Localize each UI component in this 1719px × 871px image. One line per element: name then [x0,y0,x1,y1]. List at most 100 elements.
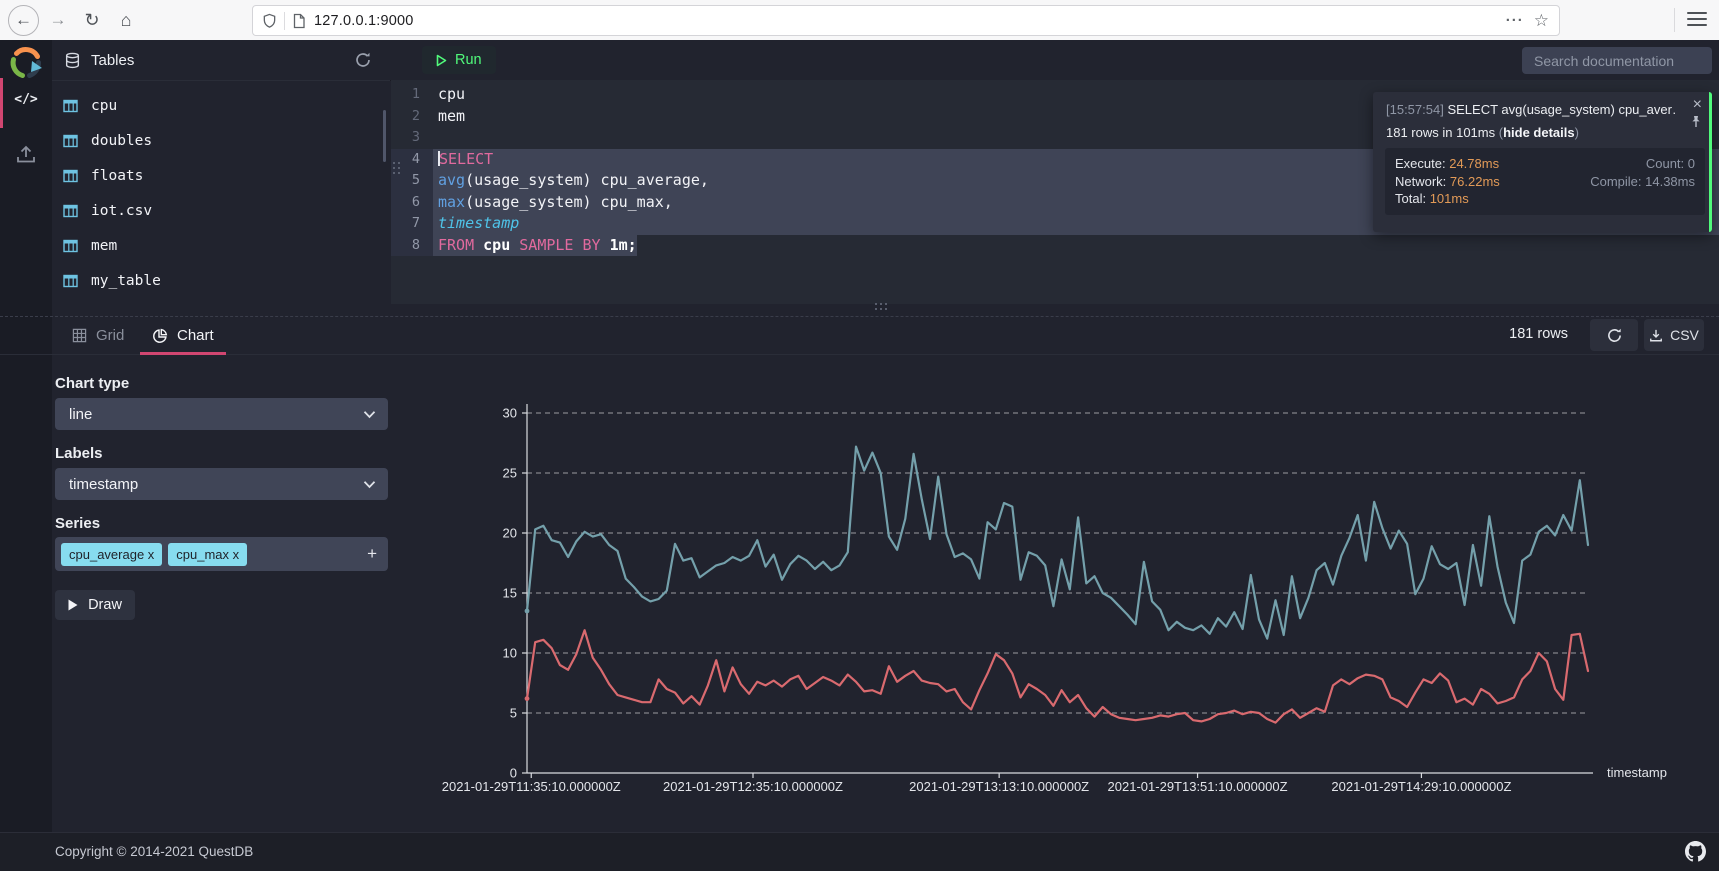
line-chart[interactable]: 0510152025302021-01-29T11:35:10.000000Z2… [440,396,1719,801]
network-value: 76.22ms [1450,174,1500,189]
notification-query-line: [15:57:54] SELECT avg(usage_system) cpu_… [1386,102,1676,117]
shield-icon[interactable] [262,13,277,29]
csv-label: CSV [1670,327,1699,343]
table-list-item[interactable]: cpu [52,88,382,123]
vertical-splitter-handle[interactable] [393,162,400,184]
close-icon[interactable]: × [1693,96,1702,114]
download-icon [1649,328,1663,343]
copyright-text: Copyright © 2014-2021 QuestDB [55,844,253,859]
table-list-item[interactable]: floats [52,158,382,193]
browser-home-button[interactable]: ⌂ [111,10,141,31]
results-tab-row: Grid Chart 181 rows CSV [0,317,1719,355]
table-icon [62,98,79,114]
tables-panel-title: Tables [91,52,134,69]
tab-grid-label: Grid [96,327,124,344]
github-icon[interactable] [1685,841,1706,867]
questdb-console: { "browser": { "url": "127.0.0.1:9000" }… [0,0,1719,870]
database-icon [64,52,81,69]
network-label: Network: [1395,174,1446,189]
chrome-separator [1674,8,1675,32]
import-upload-icon[interactable] [15,144,37,169]
code-text [433,127,438,149]
tables-list: cpu doubles floats iot.csv mem my_table [52,88,382,298]
svg-text:2021-01-29T13:51:10.000000Z: 2021-01-29T13:51:10.000000Z [1108,779,1288,794]
svg-text:5: 5 [510,706,517,721]
sql-editor-rail-icon[interactable]: </> [0,92,52,107]
series-input[interactable]: cpu_average x cpu_max x + [55,537,388,571]
svg-text:2021-01-29T13:13:10.000000Z: 2021-01-29T13:13:10.000000Z [909,779,1089,794]
chart-type-value: line [69,406,92,423]
table-list-item[interactable]: iot.csv [52,193,382,228]
browser-reload-button[interactable]: ↻ [77,10,107,31]
total-value: 101ms [1430,191,1469,206]
table-list-item[interactable]: doubles [52,123,382,158]
pie-chart-icon [152,328,168,344]
labels-value: timestamp [69,476,138,493]
svg-text:10: 10 [503,646,517,661]
page-actions-icon[interactable]: ··· [1506,12,1524,29]
chart-type-label: Chart type [55,375,129,392]
browser-chrome: ← → ↻ ⌂ 127.0.0.1:9000 ··· ☆ [0,0,1719,41]
browser-url-bar[interactable]: 127.0.0.1:9000 ··· ☆ [252,5,1560,36]
draw-label: Draw [88,597,122,613]
chevron-down-icon [363,410,376,419]
results-refresh-button[interactable] [1590,319,1638,351]
series-chip[interactable]: cpu_max x [168,543,247,566]
svg-text:timestamp: timestamp [1607,765,1667,780]
table-name: doubles [91,133,152,149]
tables-scrollbar[interactable] [383,110,386,162]
code-text: FROM cpu SAMPLE BY 1m; [433,235,637,257]
query-timing-details: Execute: 24.78ms Network: 76.22ms Total:… [1385,148,1705,215]
browser-forward-button[interactable]: → [43,10,73,30]
url-separator [284,12,285,30]
code-text: mem [433,106,465,128]
add-series-button[interactable]: + [367,544,377,564]
browser-menu-icon[interactable] [1687,12,1707,26]
page-icon [292,13,306,29]
tab-chart[interactable]: Chart [152,317,214,354]
download-csv-button[interactable]: CSV [1644,319,1704,351]
run-query-button[interactable]: Run [422,46,496,74]
draw-button[interactable]: Draw [55,590,135,620]
table-list-item[interactable]: my_table [52,263,382,298]
svg-text:2021-01-29T11:35:10.000000Z: 2021-01-29T11:35:10.000000Z [442,779,621,794]
active-tab-underline [140,352,226,355]
tab-grid[interactable]: Grid [72,317,124,354]
hide-details-link[interactable]: hide details [1503,125,1575,140]
draw-play-icon [68,599,78,611]
notification-timestamp: [15:57:54] [1386,102,1444,117]
editor-line[interactable]: 8FROM cpu SAMPLE BY 1m; [391,235,1719,257]
pin-icon[interactable] [1690,115,1702,131]
rows-count: 181 rows [1509,326,1568,342]
app-footer: Copyright © 2014-2021 QuestDB [0,832,1719,871]
line-number: 3 [391,127,433,149]
table-icon [62,133,79,149]
total-label: Total: [1395,191,1426,206]
tables-refresh-icon[interactable] [354,51,372,74]
horizontal-splitter-handle[interactable] [875,303,897,311]
series-chip[interactable]: cpu_average x [61,543,162,566]
search-documentation-input[interactable] [1522,47,1712,74]
table-list-item[interactable]: mem [52,228,382,263]
line-number: 1 [391,84,433,106]
svg-text:25: 25 [503,466,517,481]
questdb-logo[interactable] [8,45,44,81]
results-panel: Grid Chart 181 rows CSV Chart type line … [0,316,1719,833]
table-name: iot.csv [91,203,152,219]
svg-text:15: 15 [503,586,517,601]
chart-type-select[interactable]: line [55,398,388,430]
series-label: Series [55,515,100,532]
table-icon [62,238,79,254]
line-number: 6 [391,192,433,214]
execute-value: 24.78ms [1449,156,1499,171]
browser-back-button[interactable]: ← [8,5,39,36]
rows-time-summary: 181 rows in 101ms [1386,125,1499,140]
table-name: mem [91,238,117,254]
svg-text:2021-01-29T12:35:10.000000Z: 2021-01-29T12:35:10.000000Z [663,779,843,794]
labels-select[interactable]: timestamp [55,468,388,500]
run-play-icon [436,54,447,67]
line-number: 7 [391,213,433,235]
url-text: 127.0.0.1:9000 [314,13,414,29]
bookmark-star-icon[interactable]: ☆ [1534,11,1549,31]
count-label: Count: [1646,156,1688,171]
